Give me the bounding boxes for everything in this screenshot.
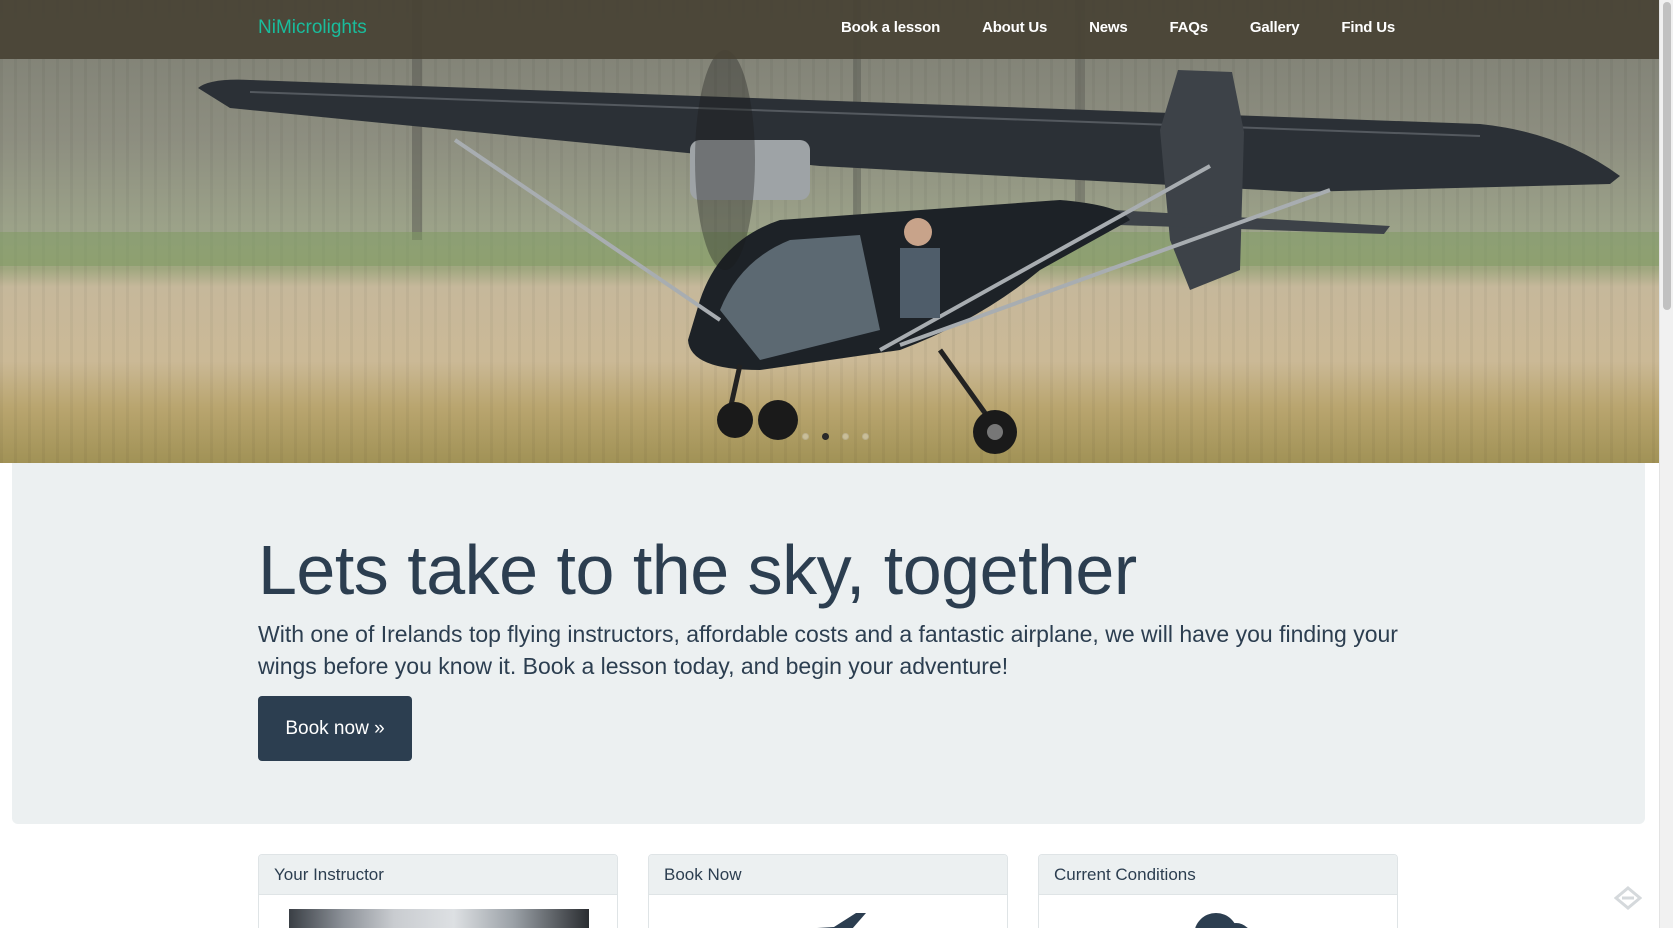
- nav-link-faqs[interactable]: FAQs: [1170, 19, 1209, 36]
- nav-link-book-a-lesson[interactable]: Book a lesson: [841, 19, 940, 36]
- nav-link-about-us[interactable]: About Us: [982, 19, 1047, 36]
- nav-link-gallery[interactable]: Gallery: [1250, 19, 1300, 36]
- carousel-dot-1[interactable]: [802, 433, 809, 440]
- microlight-aircraft-image: [0, 0, 1659, 454]
- nav-link-find-us[interactable]: Find Us: [1341, 19, 1395, 36]
- panel-heading: Your Instructor: [259, 855, 617, 895]
- book-now-button[interactable]: Book now »: [258, 696, 412, 761]
- nav-menu: Book a lesson About Us News FAQs Gallery…: [799, 19, 1395, 36]
- scroll-to-top-icon[interactable]: [1614, 884, 1642, 912]
- brand-logo-link[interactable]: NiMicrolights: [258, 17, 367, 39]
- plane-icon[interactable]: [794, 909, 874, 928]
- instructor-photo: [289, 909, 589, 928]
- scrollbar-thumb[interactable]: [1663, 2, 1671, 310]
- panel-body: [649, 895, 1007, 928]
- vertical-scrollbar[interactable]: [1659, 0, 1673, 928]
- panel-body: [259, 895, 617, 928]
- panel-your-instructor: Your Instructor: [258, 854, 618, 928]
- cloud-icon: [1195, 913, 1248, 928]
- top-navbar: NiMicrolights Book a lesson About Us New…: [0, 0, 1659, 59]
- panel-body: [1039, 895, 1397, 928]
- jumbotron: Lets take to the sky, together With one …: [12, 463, 1645, 824]
- page-title: Lets take to the sky, together: [258, 531, 1137, 609]
- panel-current-conditions: Current Conditions: [1038, 854, 1398, 928]
- hero-carousel[interactable]: [0, 0, 1659, 463]
- carousel-dot-2[interactable]: [822, 433, 829, 440]
- intro-text: With one of Irelands top flying instruct…: [258, 621, 1398, 679]
- carousel-indicators: [802, 433, 869, 440]
- carousel-dot-4[interactable]: [862, 433, 869, 440]
- panel-heading: Book Now: [649, 855, 1007, 895]
- panel-book-now: Book Now: [648, 854, 1008, 928]
- panel-heading: Current Conditions: [1039, 855, 1397, 895]
- nav-link-news[interactable]: News: [1089, 19, 1128, 36]
- carousel-dot-3[interactable]: [842, 433, 849, 440]
